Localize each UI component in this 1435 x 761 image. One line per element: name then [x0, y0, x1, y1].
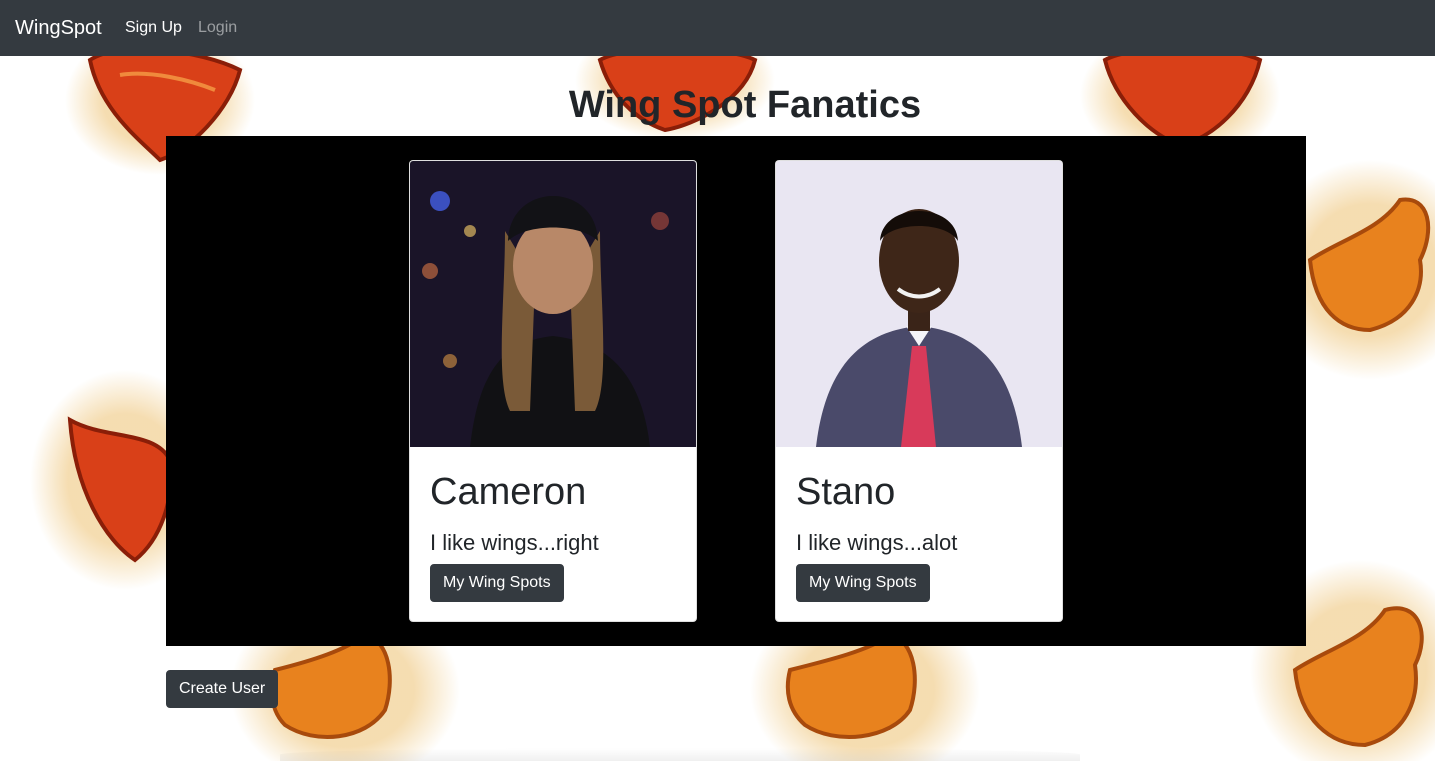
- user-card: Stano I like wings...alot My Wing Spots: [775, 160, 1063, 622]
- user-name: Cameron: [430, 471, 587, 513]
- nav-link-sign-up[interactable]: Sign Up: [125, 17, 182, 39]
- bottom-shadow: [280, 748, 1080, 761]
- page-title: Wing Spot Fanatics: [568, 84, 922, 126]
- create-user-button[interactable]: Create User: [166, 670, 279, 708]
- my-wing-spots-button[interactable]: My Wing Spots: [430, 564, 564, 602]
- user-photo: [410, 161, 696, 447]
- nav-link-login[interactable]: Login: [198, 17, 237, 39]
- user-cards-panel: Cameron I like wings...right My Wing Spo…: [166, 136, 1306, 646]
- top-navbar: WingSpot Sign Up Login: [0, 0, 1435, 56]
- my-wing-spots-button[interactable]: My Wing Spots: [796, 564, 930, 602]
- user-bio: I like wings...right: [430, 530, 599, 555]
- user-card: Cameron I like wings...right My Wing Spo…: [409, 160, 697, 622]
- user-bio: I like wings...alot: [796, 530, 958, 555]
- brand-link[interactable]: WingSpot: [15, 15, 102, 41]
- user-name: Stano: [796, 471, 896, 513]
- user-photo: [776, 161, 1062, 447]
